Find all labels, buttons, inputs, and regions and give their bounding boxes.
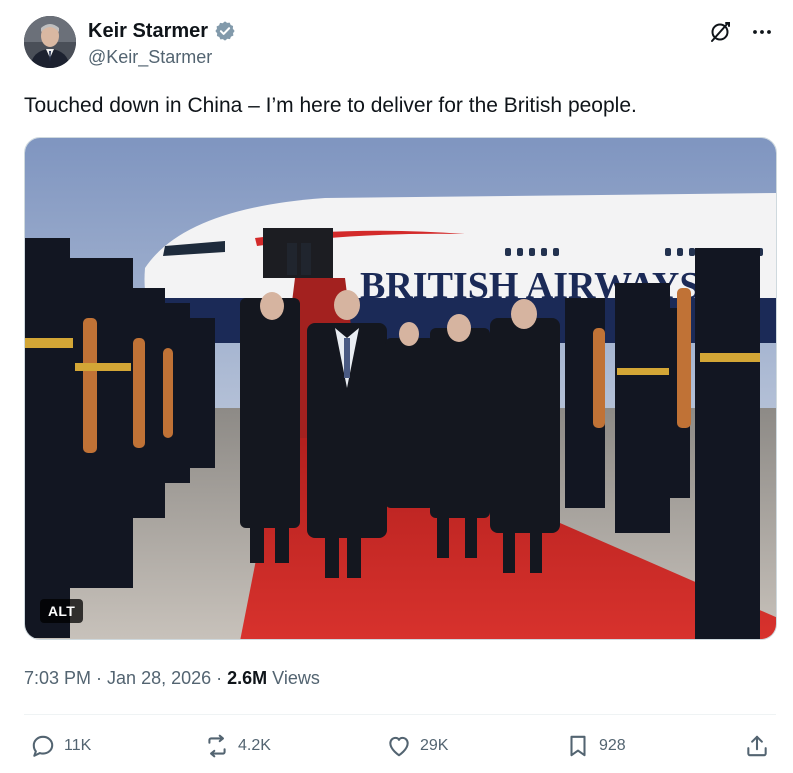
author-block: Keir Starmer @Keir_Starmer xyxy=(88,19,236,69)
tweet-text: Touched down in China – I’m here to deli… xyxy=(24,94,637,117)
more-options-icon[interactable] xyxy=(748,18,776,46)
author-handle[interactable]: @Keir_Starmer xyxy=(88,45,236,69)
author-display-name[interactable]: Keir Starmer xyxy=(88,19,208,43)
avatar-image xyxy=(24,16,76,68)
share-icon xyxy=(747,735,767,757)
tweet-header: Keir Starmer @Keir_Starmer xyxy=(24,16,776,70)
repost-icon xyxy=(208,734,226,758)
repost-button[interactable]: 4.2K xyxy=(204,730,271,762)
like-count: 29K xyxy=(420,737,449,754)
views-count[interactable]: 2.6M xyxy=(227,668,267,688)
reply-count: 11K xyxy=(64,737,92,754)
share-button[interactable] xyxy=(744,730,770,762)
tweet-photo[interactable]: BRITISH AIRWAYS ALT xyxy=(24,137,777,640)
divider xyxy=(24,714,776,715)
meta-separator: · xyxy=(91,668,108,688)
author-name-row[interactable]: Keir Starmer xyxy=(88,19,236,43)
repost-count: 4.2K xyxy=(238,737,271,754)
photo-image: BRITISH AIRWAYS xyxy=(25,138,776,639)
avatar[interactable] xyxy=(24,16,76,68)
tweet-meta: 7:03 PM · Jan 28, 2026 · 2.6M Views xyxy=(24,666,320,690)
action-bar: 11K 4.2K 29K 928 xyxy=(24,730,776,762)
grok-icon[interactable] xyxy=(706,18,734,46)
reply-icon xyxy=(32,735,54,757)
verified-badge-icon xyxy=(215,21,235,41)
tweet-date[interactable]: Jan 28, 2026 xyxy=(107,668,211,688)
like-button[interactable]: 29K xyxy=(386,730,448,762)
heart-icon xyxy=(389,736,409,757)
bookmark-icon xyxy=(570,735,586,757)
reply-button[interactable]: 11K xyxy=(30,730,91,762)
meta-separator: · xyxy=(211,668,228,688)
tweet-time[interactable]: 7:03 PM xyxy=(24,668,91,688)
views-label: Views xyxy=(267,668,320,688)
alt-text-badge[interactable]: ALT xyxy=(40,599,84,623)
bookmark-count: 928 xyxy=(599,737,626,754)
bookmark-button[interactable]: 928 xyxy=(565,730,626,762)
header-actions xyxy=(706,18,776,46)
